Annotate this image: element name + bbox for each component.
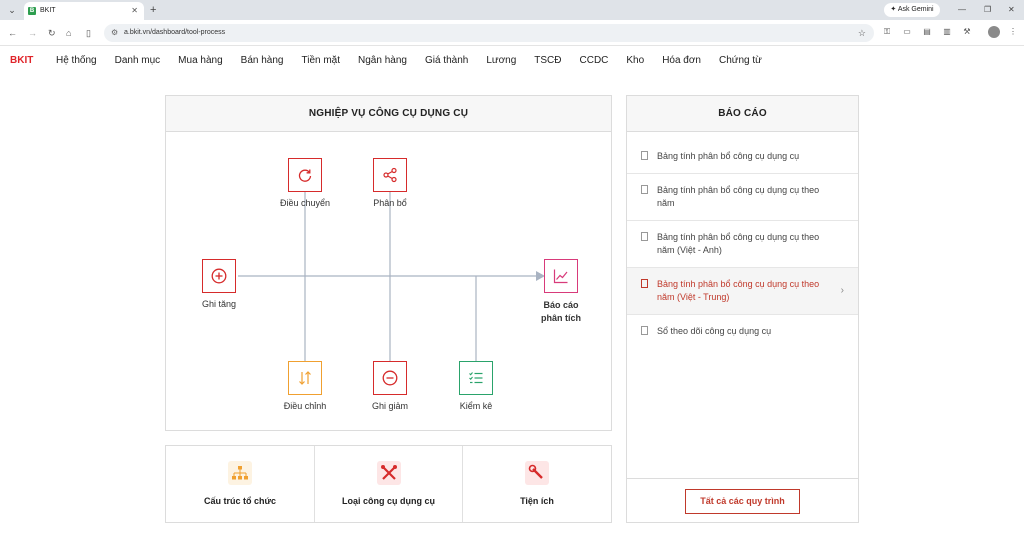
quick-link-label: Cấu trúc tổ chức xyxy=(203,496,277,506)
menu-item-hoa-don[interactable]: Hóa đơn xyxy=(662,55,701,66)
node-label-ghi-giam: Ghi giảm xyxy=(371,401,408,411)
node-dieu-chinh[interactable] xyxy=(288,361,322,395)
menu-item-chung-tu[interactable]: Chứng từ xyxy=(719,55,762,66)
node-ghi-tang[interactable] xyxy=(202,259,236,293)
minus-circle-icon xyxy=(382,370,398,386)
reports-panel: BÁO CÁO Bảng tính phân bổ công cụ dụng c… xyxy=(626,95,859,523)
menu-item-danh-muc[interactable]: Danh mục xyxy=(115,55,161,66)
browser-tab[interactable]: B BKIT ✕ xyxy=(24,2,144,20)
all-processes-button[interactable]: Tất cả các quy trình xyxy=(685,489,800,514)
menu-item-kho[interactable]: Kho xyxy=(626,55,644,66)
plus-circle-icon xyxy=(211,268,227,284)
quick-link-label: Tiện ích xyxy=(520,496,554,506)
menu-item-gia-thanh[interactable]: Giá thành xyxy=(425,55,468,66)
node-label-dieu-chuyen: Điều chuyển xyxy=(279,198,331,208)
bookmark-star-icon[interactable]: ☆ xyxy=(858,24,866,42)
reload-icon[interactable]: ↻ xyxy=(48,26,56,40)
node-phan-bo[interactable] xyxy=(373,158,407,192)
quick-link-cau-truc-to-chuc[interactable]: Cấu trúc tổ chức xyxy=(166,446,315,522)
address-bar[interactable]: ⚙ a.bkit.vn/dashboard/tool-process ☆ xyxy=(104,24,874,42)
menu-item-ccdc[interactable]: CCDC xyxy=(580,55,609,66)
document-icon xyxy=(641,232,648,241)
menu-item-luong[interactable]: Lương xyxy=(486,55,516,66)
quick-link-label: Loại công cụ dụng cụ xyxy=(342,496,435,506)
rotate-icon xyxy=(298,169,312,182)
sidebar-toggle-icon[interactable]: ▯ xyxy=(86,26,91,40)
quick-link-tien-ich[interactable]: Tiện ích xyxy=(463,446,611,522)
document-icon xyxy=(641,185,648,194)
main-menu: Hệ thống Danh mục Mua hàng Bán hàng Tiền… xyxy=(56,55,780,66)
report-item-1[interactable]: Bảng tính phân bổ công cụ dụng cụ theo n… xyxy=(627,174,858,221)
menu-item-he-thong[interactable]: Hệ thống xyxy=(56,55,97,66)
process-panel: NGHIỆP VỤ CÔNG CỤ DỤNG CỤ Điều chuyển Ph… xyxy=(165,95,612,431)
node-bao-cao-phan-tich[interactable] xyxy=(544,259,578,293)
menu-item-ban-hang[interactable]: Bán hàng xyxy=(241,55,284,66)
arrows-up-down-icon xyxy=(299,371,311,385)
minimize-icon[interactable]: — xyxy=(958,2,966,18)
node-ghi-giam[interactable] xyxy=(373,361,407,395)
tab-search-icon[interactable]: ⌄ xyxy=(4,3,20,17)
report-item-2[interactable]: Bảng tính phân bổ công cụ dụng cụ theo n… xyxy=(627,221,858,268)
url-text: a.bkit.vn/dashboard/tool-process xyxy=(124,29,226,36)
quick-links-panel: Cấu trúc tổ chức Loại công cụ dụng cụ Ti… xyxy=(165,445,612,523)
node-dieu-chuyen[interactable] xyxy=(288,158,322,192)
node-label-dieu-chinh: Điều chỉnh xyxy=(283,401,327,411)
tools-icon xyxy=(377,461,401,485)
favicon-icon: B xyxy=(28,7,36,15)
forward-icon[interactable]: → xyxy=(28,26,37,40)
browser-tab-bar: ⌄ B BKIT ✕ + ✦ Ask Gemini — ❐ ✕ xyxy=(0,0,1024,20)
reports-panel-title: BÁO CÁO xyxy=(627,96,858,132)
report-item-4[interactable]: Sổ theo dõi công cụ dụng cụ xyxy=(627,315,858,348)
document-icon xyxy=(641,151,648,160)
profile-avatar[interactable] xyxy=(988,26,1000,38)
document-icon xyxy=(641,326,648,335)
tab-title: BKIT xyxy=(40,7,56,14)
report-item-0[interactable]: Bảng tính phân bổ công cụ dụng cụ xyxy=(627,140,858,174)
report-item-3[interactable]: Bảng tính phân bổ công cụ dụng cụ theo n… xyxy=(627,268,858,315)
reports-footer: Tất cả các quy trình xyxy=(627,478,858,522)
document-icon xyxy=(641,279,648,288)
chart-line-icon xyxy=(553,269,568,284)
menu-item-ngan-hang[interactable]: Ngân hàng xyxy=(358,55,407,66)
node-kiem-ke[interactable] xyxy=(459,361,493,395)
home-icon[interactable]: ⌂ xyxy=(66,26,71,40)
quick-link-loai-ccdc[interactable]: Loại công cụ dụng cụ xyxy=(315,446,463,522)
reading-list-icon[interactable]: ▤ xyxy=(922,27,932,37)
extension-icon[interactable]: ▥ xyxy=(942,27,952,37)
node-label-kiem-ke: Kiểm kê xyxy=(459,401,493,411)
window-close-icon[interactable]: ✕ xyxy=(1008,2,1015,18)
node-label-bao-cao-phan-tich: Báo cáo phân tích xyxy=(541,300,581,323)
brand-logo[interactable]: BKIT xyxy=(10,55,33,66)
menu-item-tscd[interactable]: TSCĐ xyxy=(534,55,561,66)
browser-menu-icon[interactable]: ⋮ xyxy=(1008,27,1018,37)
menu-item-tien-mat[interactable]: Tiền mặt xyxy=(301,55,340,66)
org-chart-icon xyxy=(228,461,252,485)
checklist-icon xyxy=(469,372,483,384)
site-info-icon[interactable]: ⚙ xyxy=(111,24,118,42)
share-icon xyxy=(383,167,397,183)
app-navbar: BKIT Hệ thống Danh mục Mua hàng Bán hàng… xyxy=(0,46,1024,76)
node-label-phan-bo: Phân bổ xyxy=(373,198,407,208)
tools-extension-icon[interactable]: ⚒ xyxy=(962,27,972,37)
report-list: Bảng tính phân bổ công cụ dụng cụ Bảng t… xyxy=(627,132,858,348)
ask-gemini-button[interactable]: ✦ Ask Gemini xyxy=(884,3,940,17)
browser-toolbar: ← → ↻ ⌂ ▯ ⚙ a.bkit.vn/dashboard/tool-pro… xyxy=(0,20,1024,46)
close-tab-icon[interactable]: ✕ xyxy=(131,2,138,20)
node-label-ghi-tang: Ghi tăng xyxy=(201,299,237,309)
restore-icon[interactable]: ❐ xyxy=(984,2,991,18)
key-icon[interactable]: ⚿ xyxy=(882,27,892,37)
back-icon[interactable]: ← xyxy=(8,26,17,40)
chevron-right-icon: › xyxy=(840,285,844,296)
card-icon[interactable]: ▭ xyxy=(902,27,912,37)
new-tab-icon[interactable]: + xyxy=(150,2,156,18)
menu-item-mua-hang[interactable]: Mua hàng xyxy=(178,55,222,66)
wrench-icon xyxy=(525,461,549,485)
